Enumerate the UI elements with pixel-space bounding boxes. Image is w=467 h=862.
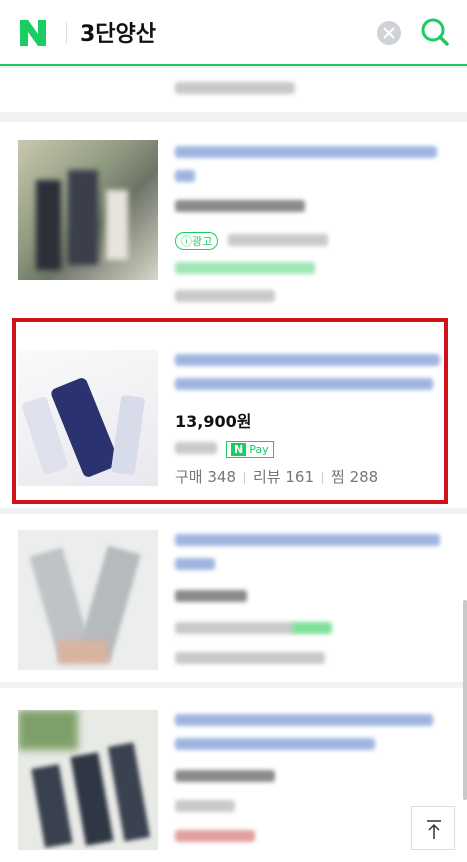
search-header: 3단양산 xyxy=(0,0,467,66)
product-card[interactable]: ⓘ광고 xyxy=(0,122,467,312)
divider xyxy=(66,22,67,44)
product-image[interactable] xyxy=(18,530,158,670)
ad-label: ⓘ광고 xyxy=(175,232,219,250)
search-query-text[interactable]: 3단양산 xyxy=(80,16,156,48)
product-card-partial[interactable] xyxy=(0,68,467,112)
product-card[interactable] xyxy=(0,688,467,862)
close-icon xyxy=(383,27,395,39)
product-image[interactable] xyxy=(18,140,158,280)
search-icon[interactable] xyxy=(420,17,450,47)
product-card[interactable] xyxy=(0,514,467,682)
product-title-blurred[interactable] xyxy=(175,534,440,546)
scrollbar[interactable] xyxy=(463,600,467,800)
product-title-blurred[interactable] xyxy=(175,146,437,158)
product-image[interactable] xyxy=(18,710,158,850)
scroll-top-button[interactable] xyxy=(411,806,455,850)
naver-logo-icon[interactable] xyxy=(18,18,48,48)
clear-search-button[interactable] xyxy=(377,21,401,45)
highlight-box xyxy=(12,318,448,504)
arrow-up-icon xyxy=(427,820,441,839)
product-title-blurred[interactable] xyxy=(175,714,433,726)
